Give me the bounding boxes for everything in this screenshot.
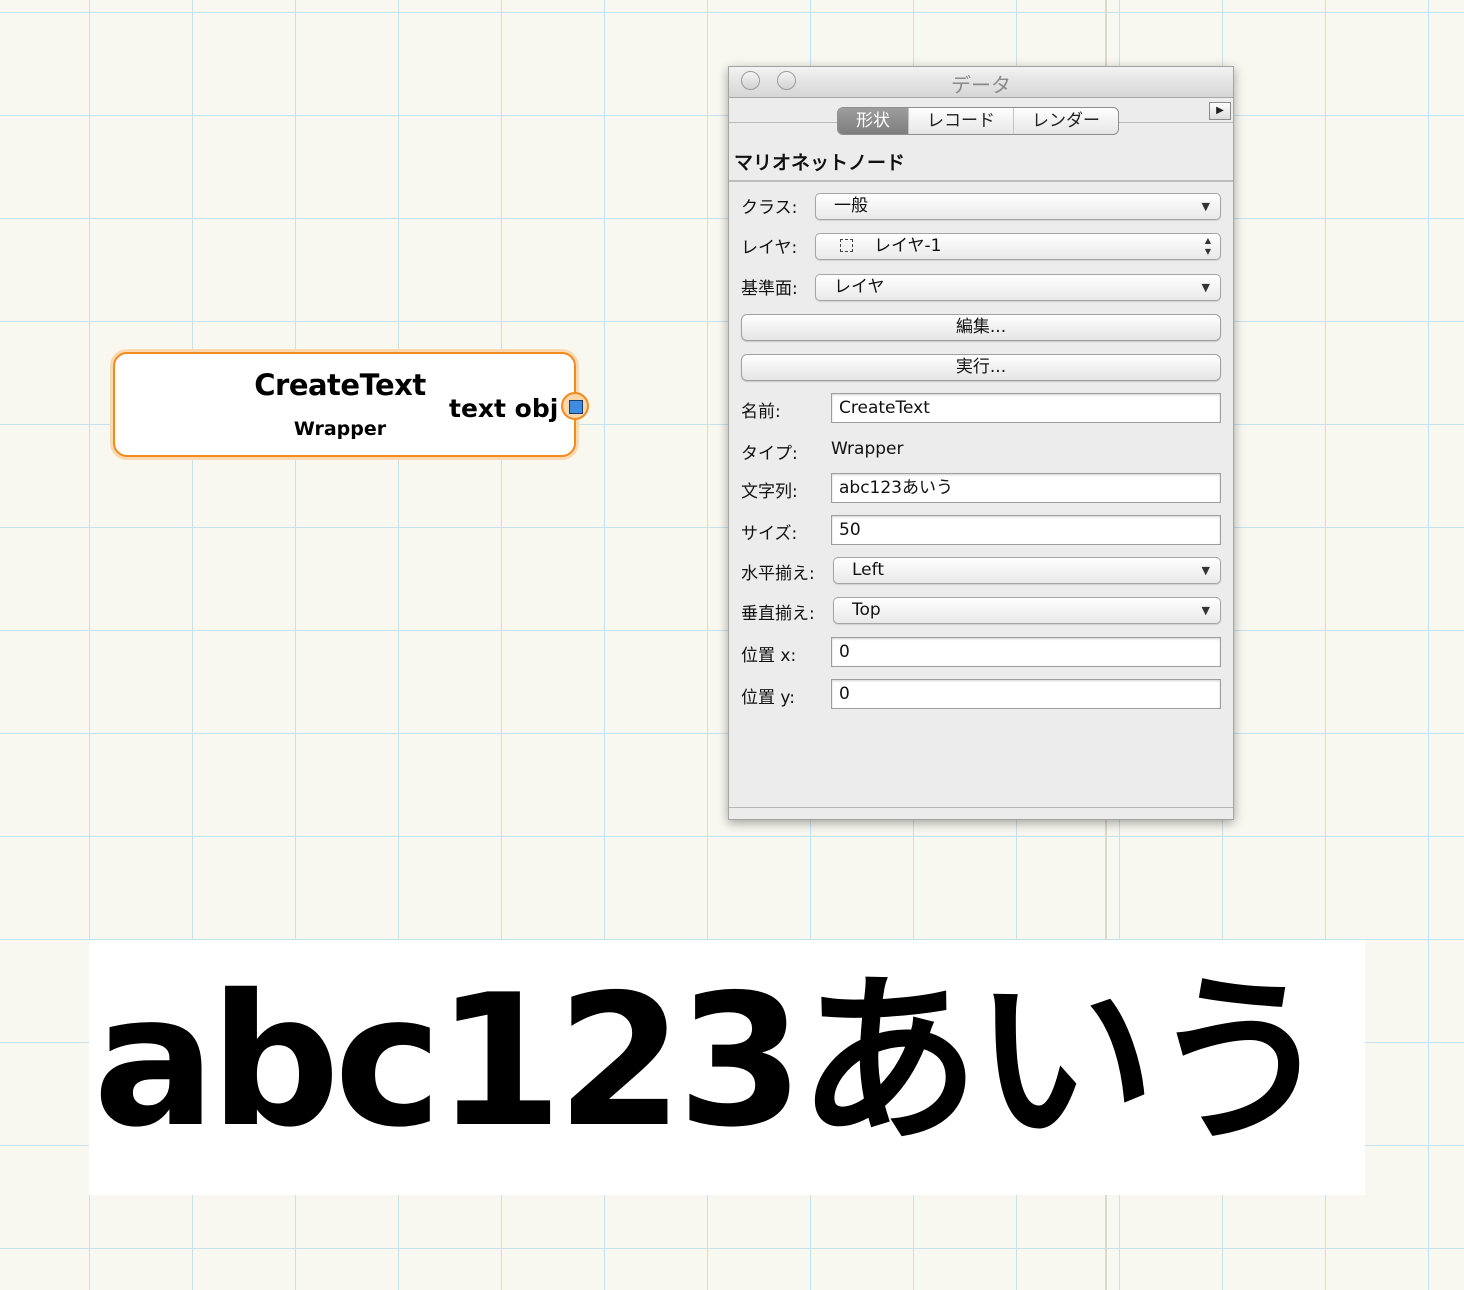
tab-shape[interactable]: 形状 — [838, 108, 909, 134]
plane-dropdown[interactable]: レイヤ ▼ — [815, 274, 1221, 301]
output-port[interactable] — [561, 392, 589, 420]
v-align-dropdown[interactable]: Top ▼ — [833, 597, 1221, 624]
chevron-down-icon: ▼ — [1201, 564, 1210, 577]
plane-label: 基準面: — [741, 279, 798, 299]
layer-label: レイヤ: — [741, 238, 798, 258]
up-down-stepper-icon: ▲ ▼ — [1204, 236, 1211, 256]
palette-footer-divider — [729, 807, 1233, 808]
h-align-value: Left — [852, 560, 884, 580]
chevron-down-icon: ▼ — [1201, 604, 1210, 617]
chevron-down-icon: ▼ — [1201, 200, 1210, 213]
data-palette: データ 形状 レコード レンダー ▶ マリオネットノード クラス: 一般 ▼ レ… — [728, 66, 1234, 820]
chevron-down-icon: ▼ — [1201, 281, 1210, 294]
node-title: CreateText — [254, 368, 426, 402]
size-field[interactable]: 50 — [831, 515, 1221, 545]
h-align-dropdown[interactable]: Left ▼ — [833, 557, 1221, 584]
marionette-node[interactable]: CreateText Wrapper text obj — [113, 352, 589, 457]
tab-render[interactable]: レンダー — [1014, 108, 1118, 134]
class-value: 一般 — [834, 196, 868, 216]
layer-value: レイヤ-1 — [874, 236, 942, 256]
palette-titlebar[interactable]: データ — [729, 67, 1233, 98]
class-dropdown[interactable]: 一般 ▼ — [815, 193, 1221, 220]
section-divider — [729, 180, 1233, 182]
v-align-value: Top — [852, 600, 881, 620]
name-field[interactable]: CreateText — [831, 393, 1221, 423]
name-label: 名前: — [741, 402, 781, 422]
pos-y-label: 位置 y: — [741, 688, 795, 708]
string-field[interactable]: abc123あいう — [831, 473, 1221, 503]
section-title: マリオネットノード — [734, 152, 906, 174]
layer-dropdown[interactable]: レイヤ-1 ▲ ▼ — [815, 233, 1221, 260]
layer-icon — [840, 239, 853, 252]
pos-x-field[interactable]: 0 — [831, 637, 1221, 667]
v-align-label: 垂直揃え: — [741, 604, 815, 624]
plane-value: レイヤ — [834, 277, 885, 297]
output-port-label: text obj — [449, 394, 559, 423]
tab-bar: 形状 レコード レンダー — [837, 107, 1119, 135]
pos-y-field[interactable]: 0 — [831, 679, 1221, 709]
type-label: タイプ: — [741, 444, 798, 464]
pos-x-label: 位置 x: — [741, 646, 797, 666]
tab-record[interactable]: レコード — [909, 108, 1014, 134]
string-label: 文字列: — [741, 482, 798, 502]
text-object[interactable]: abc123あいう — [89, 940, 1365, 1195]
palette-title: データ — [951, 73, 1011, 97]
port-square-icon — [569, 400, 583, 414]
node-type: Wrapper — [293, 418, 387, 440]
h-align-label: 水平揃え: — [741, 564, 815, 584]
type-value: Wrapper — [831, 439, 904, 459]
edit-button[interactable]: 編集... — [741, 314, 1221, 341]
triangle-right-icon[interactable]: ▶ — [1209, 102, 1231, 120]
class-label: クラス: — [741, 198, 798, 218]
run-button[interactable]: 実行... — [741, 354, 1221, 381]
size-label: サイズ: — [741, 524, 798, 544]
text-object-content: abc123あいう — [93, 955, 1332, 1167]
